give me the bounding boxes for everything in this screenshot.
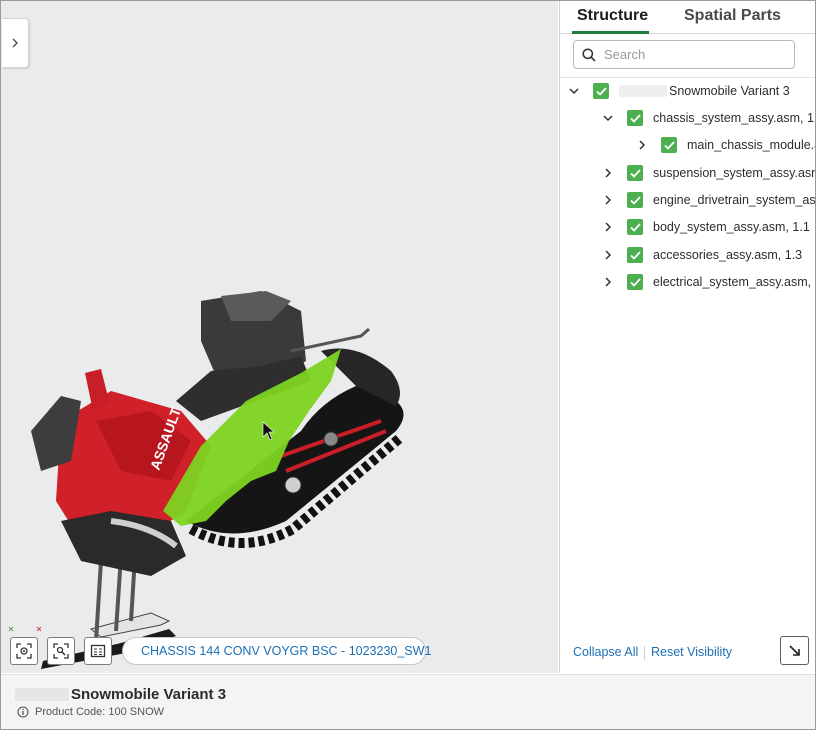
details-list-icon [90, 644, 106, 658]
panel-footer: Collapse All Reset Visibility [560, 635, 815, 671]
panel-tabs: Structure Spatial Parts [560, 1, 815, 34]
product-title: Snowmobile Variant 3 [15, 686, 226, 703]
chevron-right-icon[interactable] [602, 167, 614, 179]
snowmobile-model[interactable]: ASSAULT [1, 1, 558, 673]
visibility-checkbox[interactable] [627, 247, 643, 263]
check-icon [629, 195, 641, 205]
product-code: Product Code: 100 SNOW [17, 706, 164, 718]
collapse-panel-button[interactable] [780, 636, 809, 665]
fit-view-button[interactable] [10, 637, 38, 665]
tree-row-body[interactable]: body_system_assy.asm, 1.1 [602, 217, 810, 237]
redacted-prefix [619, 85, 667, 97]
divider [560, 77, 815, 78]
footer-divider [644, 646, 645, 660]
tree-row-main-chassis[interactable]: main_chassis_module.as [636, 135, 815, 155]
chevron-down-icon[interactable] [602, 112, 614, 124]
tree-row-electrical[interactable]: electrical_system_assy.asm, 1. [602, 272, 815, 292]
chevron-right-icon[interactable] [602, 249, 614, 261]
visibility-checkbox[interactable] [593, 83, 609, 99]
search-input[interactable] [604, 47, 784, 62]
tree-item-label: engine_drivetrain_system_assy [653, 193, 815, 207]
check-icon [629, 168, 641, 178]
tree-item-label: body_system_assy.asm, 1.1 [653, 220, 810, 234]
visibility-checkbox[interactable] [627, 165, 643, 181]
tree-item-label: chassis_system_assy.asm, 1.1 [653, 111, 815, 125]
chevron-down-icon[interactable] [568, 85, 580, 97]
check-icon [595, 86, 607, 96]
redacted-prefix [15, 688, 69, 701]
tree-row-root[interactable]: Snowmobile Variant 3 [568, 81, 790, 101]
active-tab-indicator [572, 31, 649, 34]
tree-row-accessories[interactable]: accessories_assy.asm, 1.3 [602, 245, 802, 265]
tree-row-engine[interactable]: engine_drivetrain_system_assy [602, 190, 815, 210]
product-bar: Snowmobile Variant 3 Product Code: 100 S… [1, 674, 815, 729]
tree-item-label: Snowmobile Variant 3 [669, 84, 790, 98]
chevron-right-icon[interactable] [636, 139, 648, 151]
check-icon [629, 277, 641, 287]
reset-visibility-link[interactable]: Reset Visibility [651, 645, 732, 659]
check-icon [629, 222, 641, 232]
tree-item-label: electrical_system_assy.asm, 1. [653, 275, 815, 289]
check-icon [629, 250, 641, 260]
product-title-text: Snowmobile Variant 3 [71, 686, 227, 703]
part-details-button[interactable] [84, 637, 112, 665]
chevron-right-icon[interactable] [602, 276, 614, 288]
info-icon [17, 706, 29, 718]
focus-camera-icon [16, 643, 32, 659]
selected-part-label[interactable]: CHASSIS 144 CONV VOYGR BSC - 1023230_SW1 [141, 644, 431, 658]
visibility-checkbox[interactable] [661, 137, 677, 153]
zoom-target-icon [53, 643, 69, 659]
tab-spatial-parts[interactable]: Spatial Parts [684, 7, 781, 25]
search-box[interactable] [573, 40, 795, 69]
tree-item-label: accessories_assy.asm, 1.3 [653, 248, 803, 262]
arrow-down-right-icon [788, 644, 800, 656]
3d-viewer[interactable]: ASSAULT CHASSIS 144 CONV VOYGR BSC - 102… [1, 1, 558, 673]
tree-item-label: main_chassis_module.as [687, 138, 815, 152]
chevron-right-icon[interactable] [602, 194, 614, 206]
tree-row-chassis[interactable]: chassis_system_assy.asm, 1.1 [602, 108, 815, 128]
visibility-checkbox[interactable] [627, 274, 643, 290]
tree-row-suspension[interactable]: suspension_system_assy.asm, [602, 163, 815, 183]
structure-panel: Structure Spatial Parts Snowmobile Varia… [559, 1, 815, 673]
zoom-selected-button[interactable] [47, 637, 75, 665]
visibility-checkbox[interactable] [627, 192, 643, 208]
tree-item-label: suspension_system_assy.asm, [653, 166, 815, 180]
search-icon [582, 47, 596, 62]
product-code-text: Product Code: 100 SNOW [35, 706, 165, 718]
selected-part-pill[interactable]: CHASSIS 144 CONV VOYGR BSC - 1023230_SW1 [122, 637, 431, 665]
axis-triad-icon [8, 626, 42, 632]
visibility-checkbox[interactable] [627, 110, 643, 126]
check-icon [663, 140, 675, 150]
visibility-checkbox[interactable] [627, 219, 643, 235]
tab-structure[interactable]: Structure [577, 7, 648, 25]
collapse-all-link[interactable]: Collapse All [573, 645, 638, 659]
check-icon [629, 113, 641, 123]
chevron-right-icon[interactable] [602, 221, 614, 233]
